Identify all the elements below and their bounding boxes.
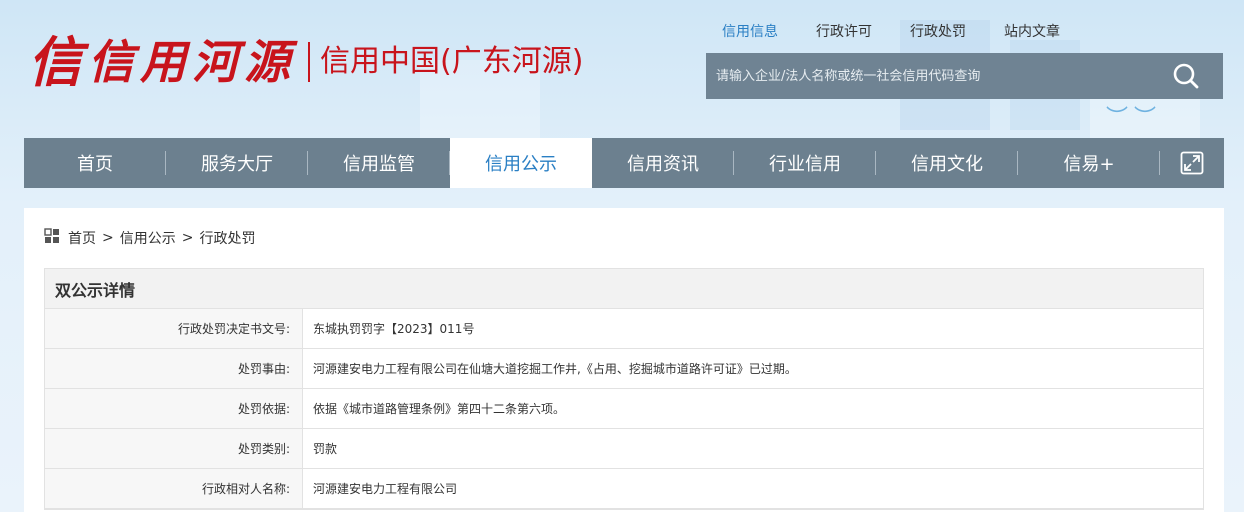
nav-item-credit-news[interactable]: 信用资讯 [592, 138, 734, 188]
top-link-site-articles[interactable]: 站内文章 [992, 22, 1086, 42]
logo-name: 信用河源 [88, 35, 296, 89]
row-label: 行政相对人名称: [45, 469, 303, 508]
breadcrumb-home[interactable]: 首页 [68, 228, 96, 248]
top-link-credit-info[interactable]: 信用信息 [710, 22, 804, 42]
table-row: 处罚依据: 依据《城市道路管理条例》第四十二条第六项。 [45, 389, 1203, 429]
nav-item-industry-credit[interactable]: 行业信用 [734, 138, 876, 188]
row-label: 行政处罚决定书文号: [45, 309, 303, 348]
breadcrumb-admin-penalty: 行政处罚 [199, 231, 256, 247]
breadcrumb: 首页 > 信用公示 > 行政处罚 [44, 228, 255, 248]
nav-item-home[interactable]: 首页 [24, 138, 166, 188]
row-value: 罚款 [313, 442, 338, 456]
top-links: 信用信息 行政许可 行政处罚 站内文章 [710, 22, 1086, 42]
table-row: 行政处罚决定书文号: 东城执罚罚字【2023】011号 [45, 309, 1203, 349]
nav-item-credit-culture[interactable]: 信用文化 [876, 138, 1018, 188]
table-row: 处罚类别: 罚款 [45, 429, 1203, 469]
main-nav: 首页 服务大厅 信用监管 信用公示 信用资讯 行业信用 信用文化 信易+ [24, 138, 1224, 188]
search-icon [1173, 63, 1199, 89]
search-bar [706, 53, 1223, 99]
row-value: 东城执罚罚字【2023】011号 [313, 322, 475, 336]
logo-divider [308, 42, 310, 82]
detail-title: 双公示详情 [45, 269, 1203, 309]
search-button[interactable] [1149, 53, 1223, 99]
row-label: 处罚依据: [45, 389, 303, 428]
search-input[interactable] [706, 53, 1149, 99]
logo-mark: 信 [28, 30, 84, 94]
table-row: 处罚事由: 河源建安电力工程有限公司在仙塘大道挖掘工作井,《占用、挖掘城市道路许… [45, 349, 1203, 389]
birds-decoration: ︶︶ [1106, 106, 1163, 131]
top-link-admin-penalty[interactable]: 行政处罚 [898, 22, 992, 42]
content-panel: 首页 > 信用公示 > 行政处罚 双公示详情 行政处罚决定书文号: 东城执罚罚字… [24, 208, 1224, 512]
nav-expand-button[interactable] [1160, 138, 1224, 188]
row-label: 处罚类别: [45, 429, 303, 468]
site-logo[interactable]: 信 信用河源 信用中国(广东河源) [28, 26, 583, 98]
row-value: 河源建安电力工程有限公司在仙塘大道挖掘工作井,《占用、挖掘城市道路许可证》已过期… [313, 362, 797, 376]
logo-text: 信用中国(广东河源) [320, 44, 584, 79]
breadcrumb-credit-publicity[interactable]: 信用公示 [120, 228, 176, 248]
row-label: 处罚事由: [45, 349, 303, 388]
expand-icon [1180, 151, 1204, 175]
nav-item-credit-publicity[interactable]: 信用公示 [450, 138, 592, 188]
grid-icon [44, 228, 60, 248]
nav-item-credit-supervision[interactable]: 信用监管 [308, 138, 450, 188]
nav-item-xinyi-plus[interactable]: 信易+ [1018, 138, 1160, 188]
row-value: 河源建安电力工程有限公司 [313, 482, 458, 496]
table-row: 行政相对人名称: 河源建安电力工程有限公司 [45, 469, 1203, 509]
detail-table: 双公示详情 行政处罚决定书文号: 东城执罚罚字【2023】011号 处罚事由: … [44, 268, 1204, 510]
row-value: 依据《城市道路管理条例》第四十二条第六项。 [313, 402, 566, 416]
breadcrumb-separator: > [102, 230, 114, 246]
breadcrumb-separator: > [181, 230, 194, 246]
nav-item-service-hall[interactable]: 服务大厅 [166, 138, 308, 188]
top-link-admin-license[interactable]: 行政许可 [804, 22, 898, 42]
